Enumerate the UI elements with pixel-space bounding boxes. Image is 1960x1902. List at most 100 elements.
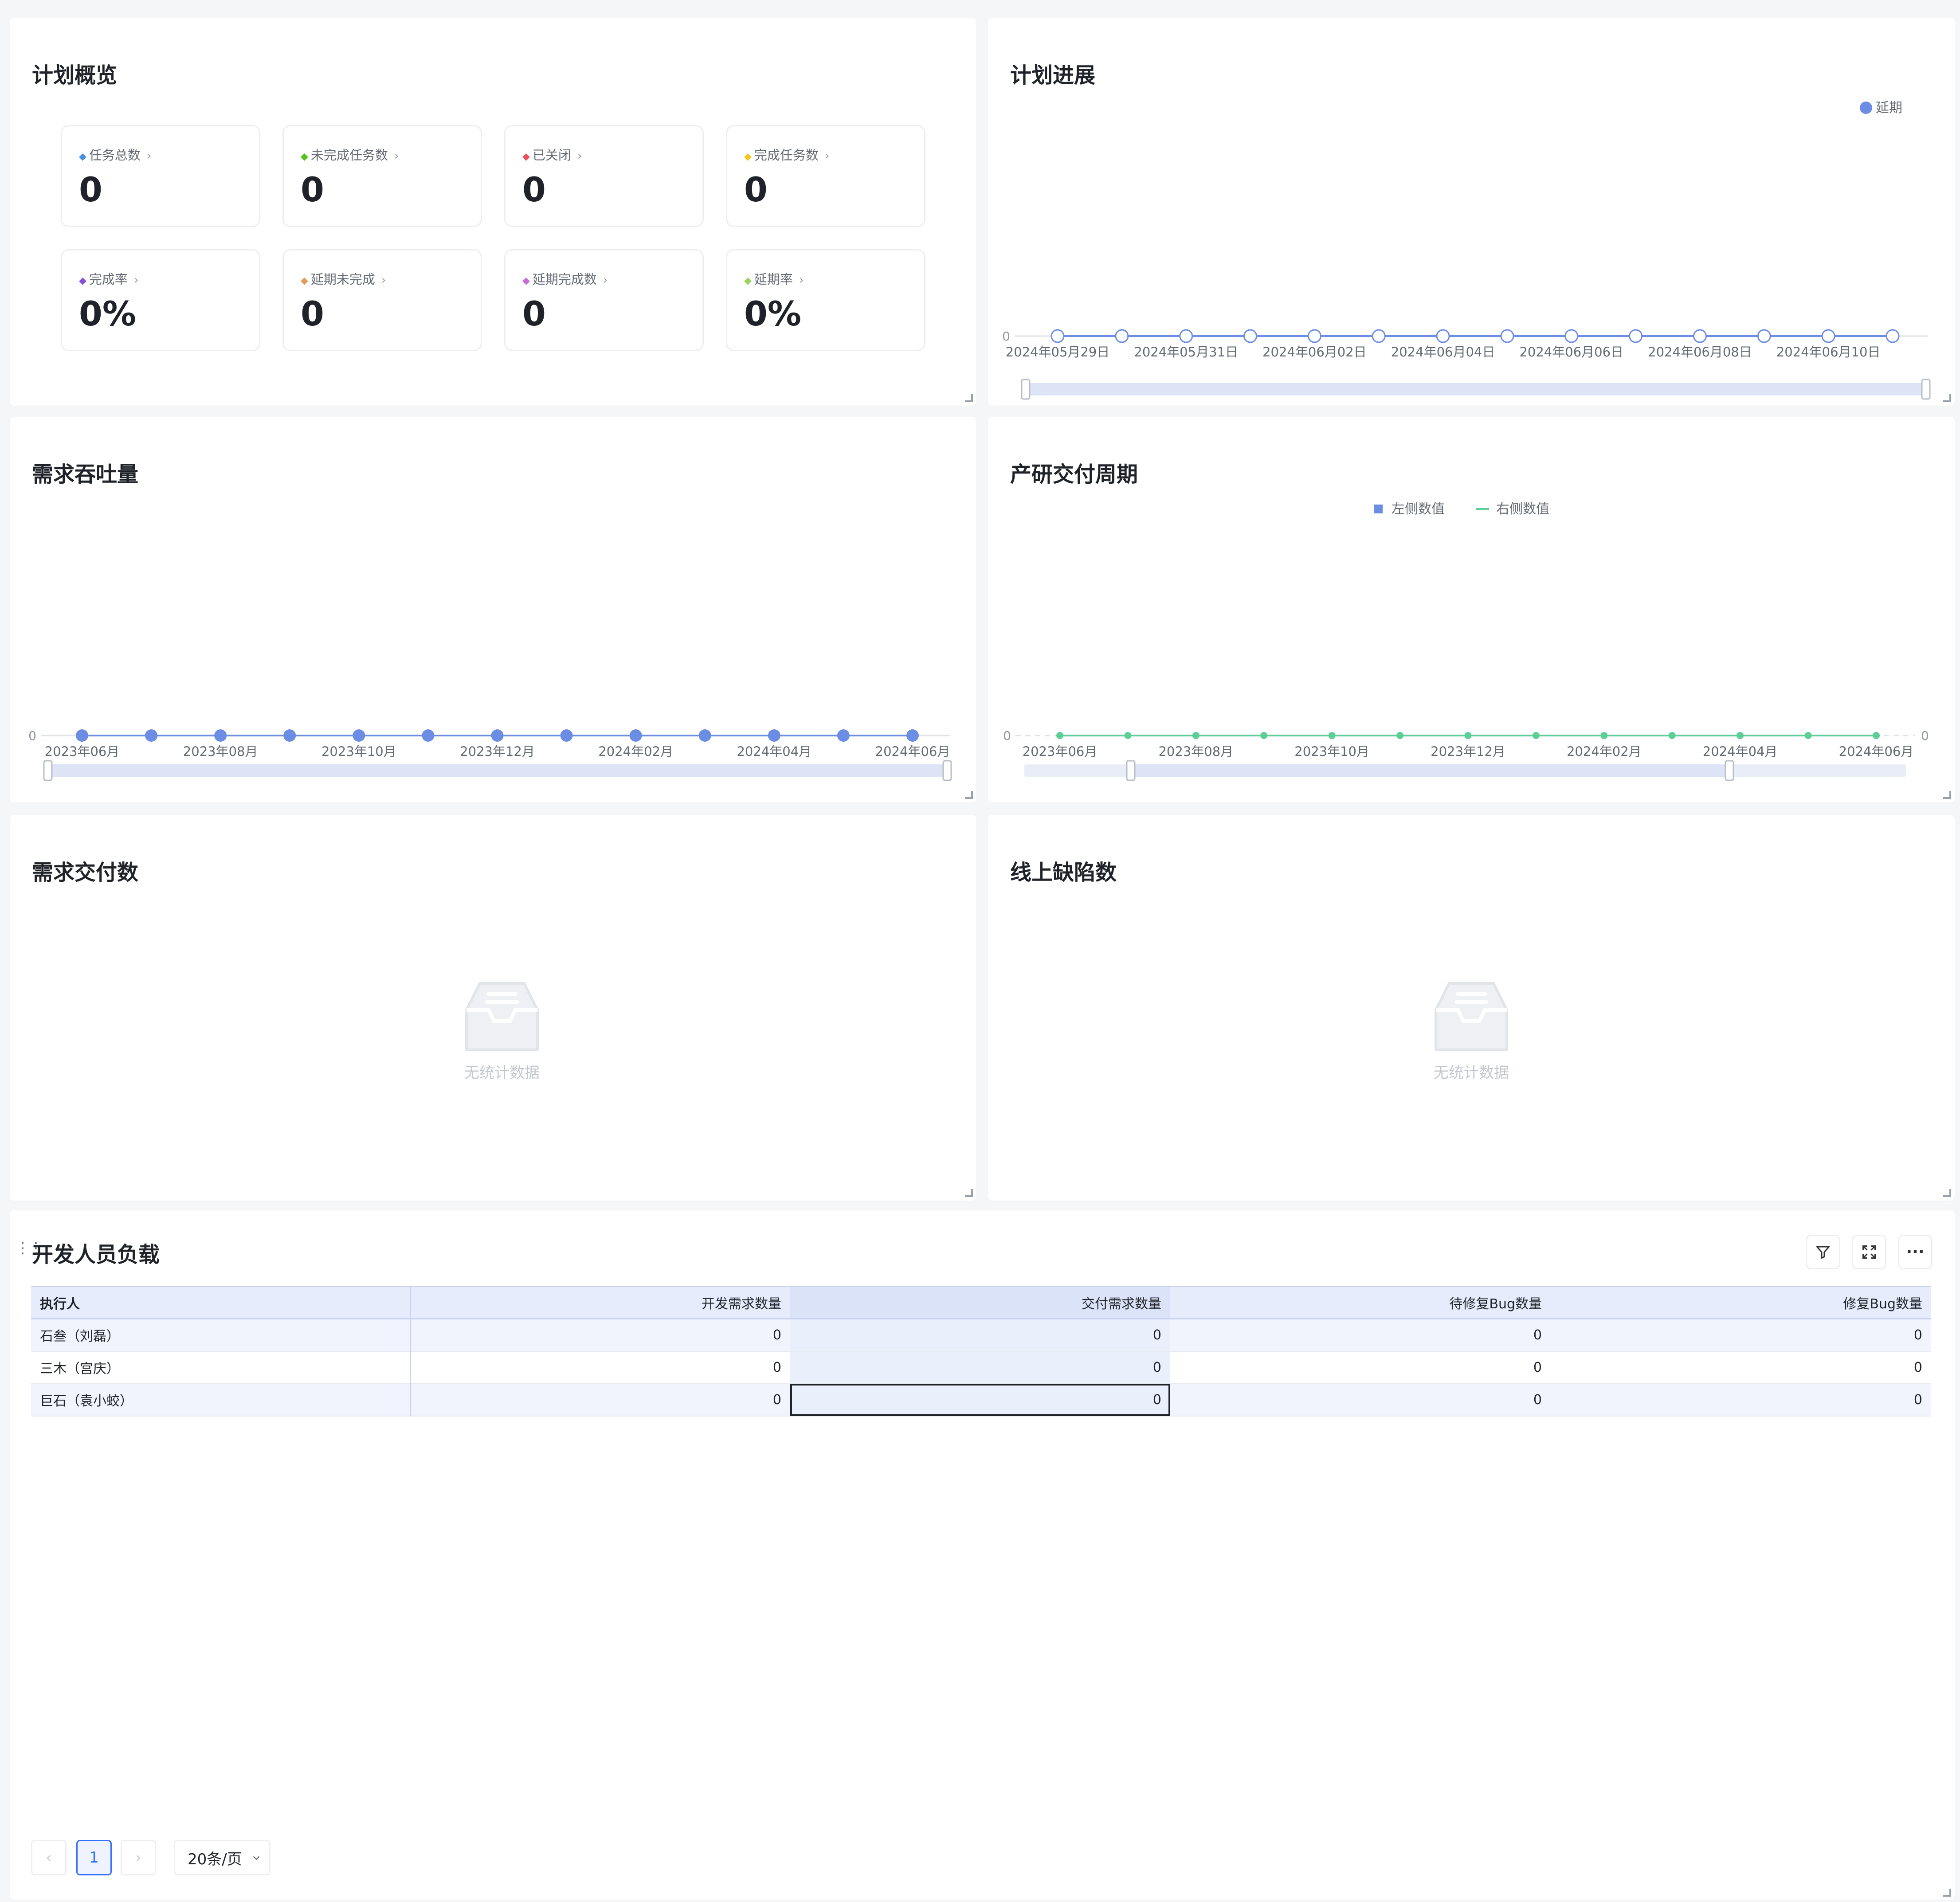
stat-card[interactable]: ◆ 延期完成数 › 0 [504,249,704,351]
online-defects-panel: 线上缺陷数 无统计数据 [988,815,1955,1201]
data-point [1115,329,1129,343]
legend-marker [1860,102,1872,114]
data-point [1757,329,1771,343]
x-axis-tick-label: 2024年06月 [875,744,950,759]
cell-assignee[interactable]: 三木（宫庆） [31,1351,411,1384]
cell-pending-bug[interactable]: 0 [1170,1383,1551,1417]
table-row: 三木（宫庆） 0 0 0 0 [31,1351,1931,1384]
empty-label: 无统计数据 [1434,1064,1509,1082]
legend-label-right: 右侧数值 [1496,501,1549,517]
data-point [76,729,88,742]
column-header-dev-count[interactable]: 开发需求数量 [410,1286,790,1319]
resize-handle[interactable] [1943,1189,1951,1197]
stat-label-text: 完成率 [89,272,128,287]
data-point [1192,732,1200,739]
stat-card[interactable]: ◆ 延期未完成 › 0 [282,249,482,351]
resize-handle[interactable] [1943,394,1951,402]
more-button[interactable]: ··· [1898,1235,1933,1269]
data-point [1668,732,1676,739]
stat-label: ◆ 延期率 › [744,269,804,288]
data-point [768,729,780,742]
zoom-slider-handle [1725,760,1734,781]
empty-state: 无统计数据 [435,979,568,1082]
chevron-right-icon: › [577,149,582,163]
stat-value: 0% [79,294,137,333]
stat-card[interactable]: ◆ 完成任务数 › 0 [726,125,925,227]
page-size-select[interactable]: 20条/页 [174,1840,270,1875]
workload-table: 执行人 开发需求数量 交付需求数量 待修复Bug数量 修复Bug数量 石叁（刘磊… [31,1286,1931,1417]
column-header-fixed-bug[interactable]: 修复Bug数量 [1551,1286,1931,1319]
data-point [698,729,711,742]
data-point [1693,329,1707,343]
filter-button[interactable] [1806,1235,1840,1269]
stat-label: ◆ 任务总数 › [79,145,151,164]
cell-dev-count[interactable]: 0 [410,1319,790,1352]
cell-fixed-bug[interactable]: 0 [1551,1319,1931,1352]
stat-card[interactable]: ◆ 延期率 › 0% [726,249,925,351]
cell-pending-bug[interactable]: 0 [1170,1319,1551,1352]
stat-label: ◆ 已关闭 › [522,145,582,164]
zoom-slider-handle [942,760,952,781]
y-axis-tick-label: 0 [1002,329,1010,344]
resize-handle[interactable] [965,791,973,799]
cell-dev-count[interactable]: 0 [410,1383,790,1417]
diamond-icon: ◆ [522,151,530,162]
stat-card[interactable]: ◆ 已关闭 › 0 [504,125,704,227]
column-header-delivered-count[interactable]: 交付需求数量 [790,1286,1170,1319]
diamond-icon: ◆ [522,275,530,286]
data-point [1532,732,1540,739]
data-point [1629,329,1643,343]
stat-label-text: 延期完成数 [532,272,597,287]
cell-assignee[interactable]: 石叁（刘磊） [31,1319,411,1352]
data-point [1564,329,1579,343]
data-point [1821,329,1835,343]
cell-delivered-count[interactable]: 0 [790,1351,1170,1384]
resize-handle[interactable] [965,1189,973,1197]
data-point [353,729,365,742]
cell-fixed-bug[interactable]: 0 [1551,1383,1931,1417]
zoom-slider-handle [43,760,53,781]
zoom-slider-handle [1126,760,1136,781]
x-axis-tick-label: 2024年04月 [737,744,811,759]
diamond-icon: ◆ [301,151,308,162]
column-header-assignee[interactable]: 执行人 [31,1286,411,1319]
x-axis-tick-label: 2024年06月02日 [1262,344,1367,360]
x-axis-tick-label: 2023年10月 [321,744,396,759]
data-point [560,729,573,742]
cell-assignee[interactable]: 巨石（袁小蛟） [31,1383,411,1417]
column-header-pending-bug[interactable]: 待修复Bug数量 [1170,1286,1551,1319]
diamond-icon: ◆ [301,275,308,286]
data-point [1372,329,1386,343]
x-axis-tick-label: 2024年02月 [598,744,673,759]
cell-fixed-bug[interactable]: 0 [1551,1351,1931,1384]
data-point [283,729,296,742]
data-point [837,729,850,742]
zoom-slider-window [1131,764,1729,777]
cell-delivered-count[interactable]: 0 [790,1319,1170,1352]
data-point [1500,329,1514,343]
x-axis-tick-label: 2024年06月10日 [1776,344,1881,360]
cell-pending-bug[interactable]: 0 [1170,1351,1551,1384]
stat-card[interactable]: ◆ 任务总数 › 0 [61,125,260,227]
prev-page-button[interactable]: ‹ [31,1840,67,1875]
empty-inbox-icon [465,982,539,1051]
stat-label-text: 任务总数 [89,148,141,163]
cell-dev-count[interactable]: 0 [410,1351,790,1384]
data-point [1056,732,1063,739]
resize-handle[interactable] [965,394,973,402]
cell-delivered-count-selected[interactable]: 0 [790,1383,1170,1417]
x-axis-tick-label: 2024年04月 [1703,744,1778,759]
stat-card[interactable]: ◆ 未完成任务数 › 0 [282,125,482,227]
resize-handle[interactable] [1943,791,1951,799]
stat-value: 0 [522,294,546,333]
page-1-button[interactable]: 1 [76,1840,112,1875]
x-axis-tick-label: 2024年06月08日 [1648,344,1752,360]
stat-card[interactable]: ◆ 完成率 › 0% [61,249,260,351]
resize-handle[interactable] [1943,1889,1951,1897]
chevron-right-icon: › [603,274,608,287]
delivery-cycle-chart: 0 0 2023年06月 2023年08月 2023年10月 2023年12月 2024年0… [1003,501,1929,781]
next-page-button[interactable]: › [121,1840,156,1875]
data-point [1873,732,1880,739]
fullscreen-button[interactable] [1852,1235,1886,1269]
x-axis-tick-label: 2023年12月 [460,744,535,759]
